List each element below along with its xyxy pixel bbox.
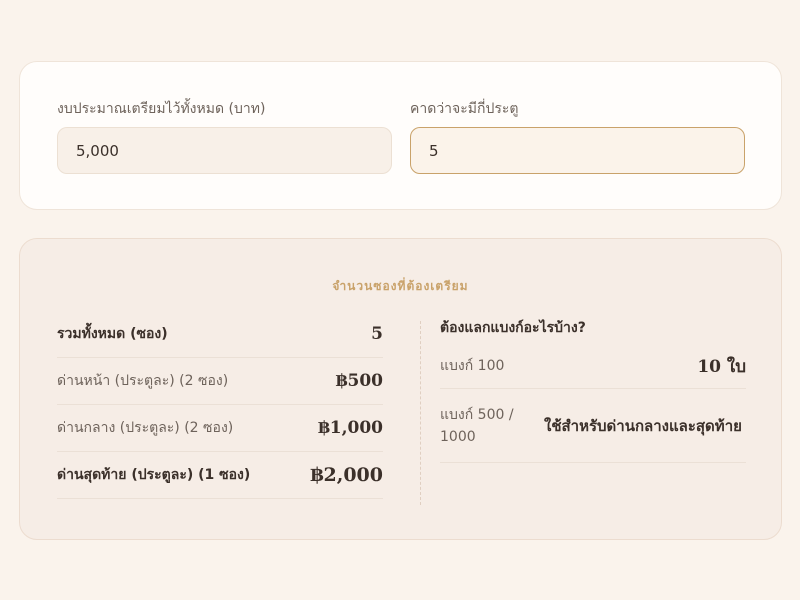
summary-label: ด่านหน้า (ประตูละ) (2 ซอง) — [57, 373, 229, 389]
summary-row-total: รวมทั้งหมด (ซอง) 5 — [57, 311, 383, 358]
exchange-value: 10 ใบ — [697, 356, 746, 377]
exchange-row-500-1000: แบงก์ 500 / 1000 ใช้สำหรับด่านกลางและสุด… — [440, 389, 746, 463]
summary-value: ฿2,000 — [310, 464, 383, 486]
exchange-heading: ต้องแลกแบงก์อะไรบ้าง? — [440, 319, 586, 336]
summary-label: ด่านกลาง (ประตูละ) (2 ซอง) — [57, 420, 234, 436]
summary-row-front: ด่านหน้า (ประตูละ) (2 ซอง) ฿500 — [57, 358, 383, 405]
envelope-summary: รวมทั้งหมด (ซอง) 5 ด่านหน้า (ประตูละ) (2… — [57, 311, 383, 499]
summary-value: 5 — [371, 324, 383, 344]
exchange-row-100: แบงก์ 100 10 ใบ — [440, 344, 746, 389]
summary-value: ฿1,000 — [317, 418, 383, 438]
result-card: จำนวนซองที่ต้องเตรียม รวมทั้งหมด (ซอง) 5… — [19, 238, 782, 540]
exchange-label: แบงก์ 100 — [440, 358, 505, 374]
summary-label: รวมทั้งหมด (ซอง) — [57, 326, 168, 342]
gates-label: คาดว่าจะมีกี่ประตู — [410, 101, 519, 117]
result-title: จำนวนซองที่ต้องเตรียม — [332, 279, 469, 293]
column-divider — [420, 321, 421, 505]
gates-field: คาดว่าจะมีกี่ประตู — [410, 100, 745, 174]
exchange-label: แบงก์ 500 / 1000 — [440, 406, 514, 445]
exchange-value: ใช้สำหรับด่านกลางและสุดท้าย — [544, 416, 742, 435]
summary-value: ฿500 — [335, 371, 383, 391]
summary-row-middle: ด่านกลาง (ประตูละ) (2 ซอง) ฿1,000 — [57, 405, 383, 452]
summary-row-final: ด่านสุดท้าย (ประตูละ) (1 ซอง) ฿2,000 — [57, 452, 383, 499]
summary-label: ด่านสุดท้าย (ประตูละ) (1 ซอง) — [57, 467, 251, 483]
banknote-exchange: ต้องแลกแบงก์อะไรบ้าง? แบงก์ 100 10 ใบ แบ… — [440, 311, 746, 463]
budget-label: งบประมาณเตรียมไว้ทั้งหมด (บาท) — [57, 101, 266, 117]
budget-field: งบประมาณเตรียมไว้ทั้งหมด (บาท) — [57, 100, 392, 174]
gates-input[interactable] — [410, 127, 745, 174]
budget-input[interactable] — [57, 127, 392, 174]
budget-input-card: งบประมาณเตรียมไว้ทั้งหมด (บาท) คาดว่าจะม… — [19, 61, 782, 210]
